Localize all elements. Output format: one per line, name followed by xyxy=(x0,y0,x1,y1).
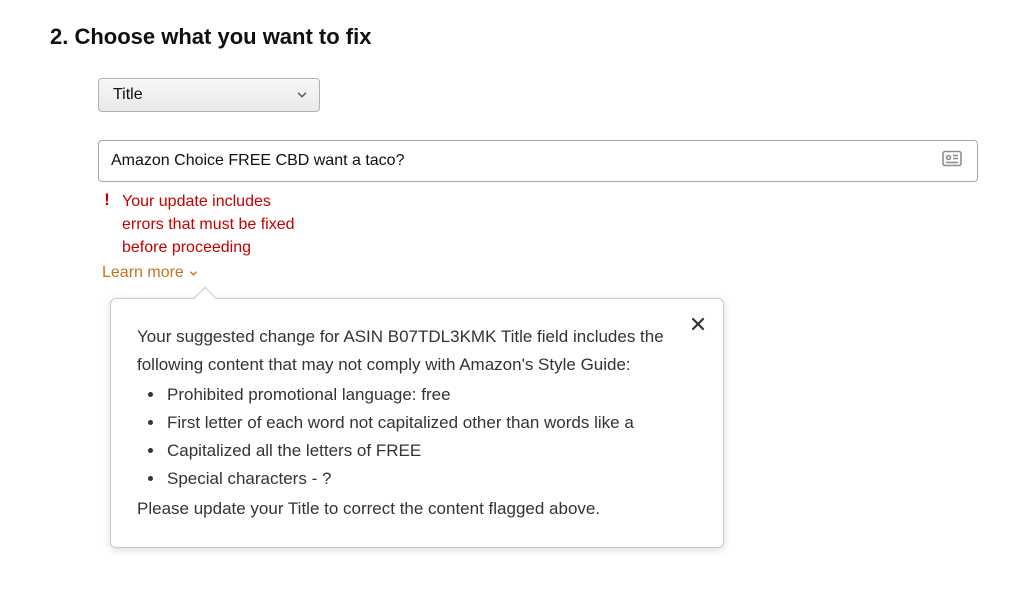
id-card-icon xyxy=(942,151,962,172)
error-message-row: ! Your update includes errors that must … xyxy=(98,190,974,260)
field-selector-value: Title xyxy=(113,86,143,104)
close-button[interactable] xyxy=(687,313,709,335)
chevron-down-icon xyxy=(295,88,309,102)
list-item: Capitalized all the letters of FREE xyxy=(165,437,677,465)
alert-icon: ! xyxy=(102,190,112,210)
learn-more-link[interactable]: Learn more xyxy=(102,264,199,282)
list-item: Prohibited promotional language: free xyxy=(165,381,677,409)
popover-arrow xyxy=(194,286,217,309)
learn-more-label: Learn more xyxy=(102,264,184,282)
error-text: Your update includes errors that must be… xyxy=(122,190,302,260)
validation-popover: Your suggested change for ASIN B07TDL3KM… xyxy=(110,298,724,548)
close-icon xyxy=(691,317,705,331)
list-item: Special characters - ? xyxy=(165,465,677,493)
popover-outro: Please update your Title to correct the … xyxy=(137,495,677,523)
list-item: First letter of each word not capitalize… xyxy=(165,409,677,437)
section-heading: 2. Choose what you want to fix xyxy=(50,24,974,50)
field-selector-dropdown[interactable]: Title xyxy=(98,78,320,112)
popover-intro: Your suggested change for ASIN B07TDL3KM… xyxy=(137,323,677,379)
chevron-down-icon xyxy=(188,268,199,279)
title-input[interactable] xyxy=(98,140,978,182)
popover-issue-list: Prohibited promotional language: free Fi… xyxy=(137,381,677,493)
